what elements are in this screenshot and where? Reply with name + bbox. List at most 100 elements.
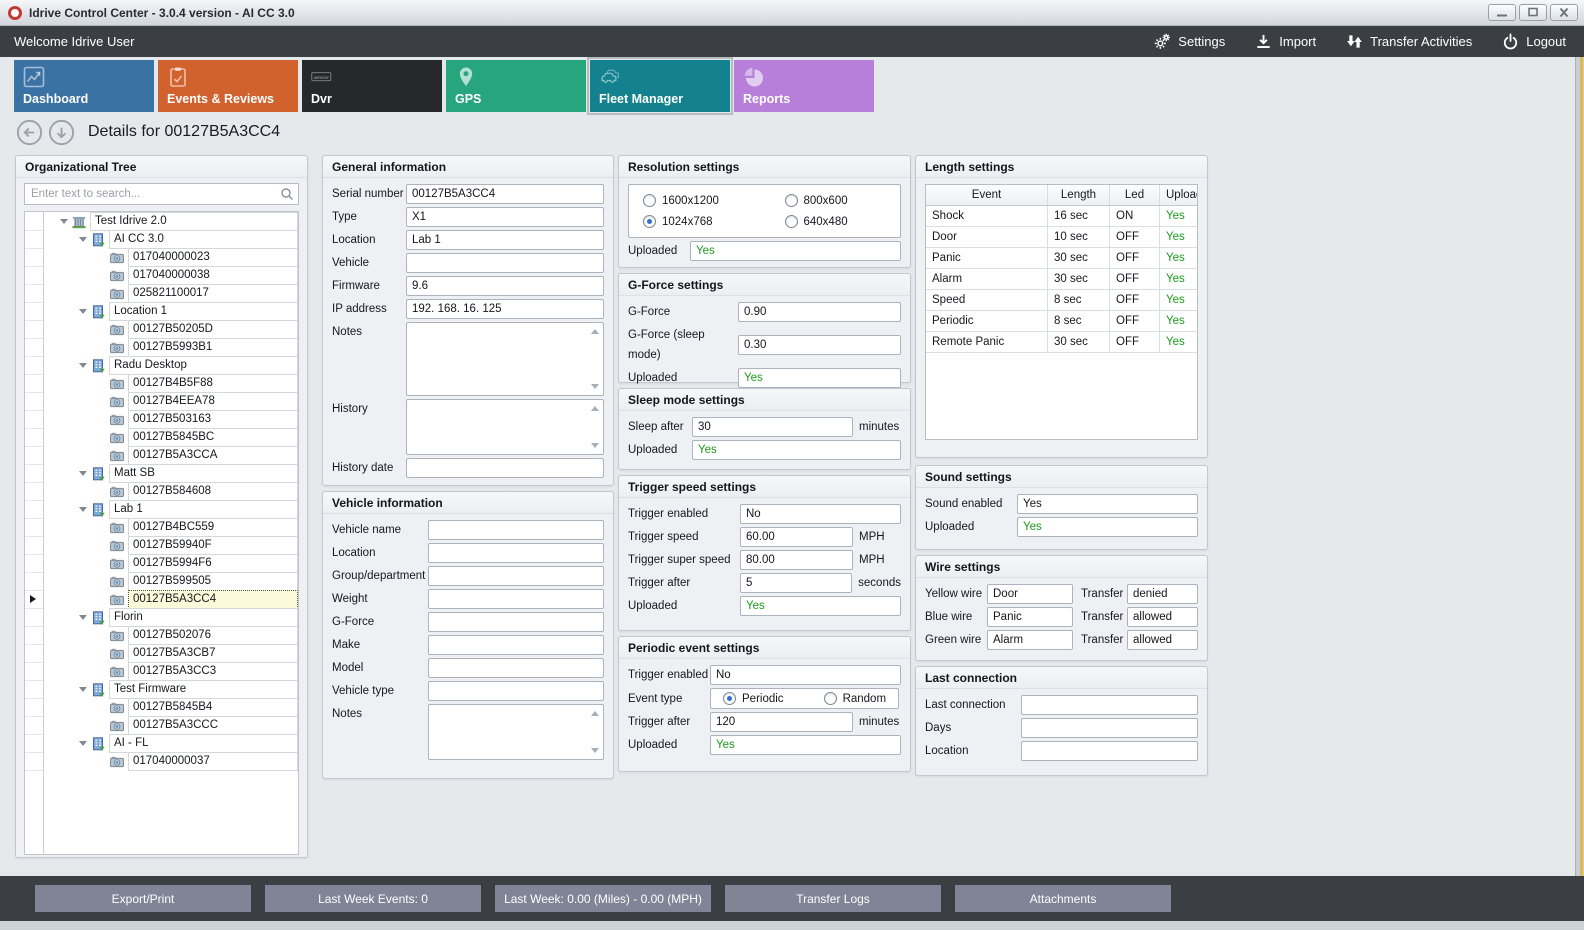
- vehicle-info-g-force-input[interactable]: [428, 612, 604, 632]
- expander-icon[interactable]: [57, 219, 70, 224]
- import-button[interactable]: Import: [1255, 33, 1316, 50]
- periodic-event-settings-uploaded-input[interactable]: Yes: [710, 735, 901, 755]
- tree-item-00127b5a3cb7[interactable]: 00127B5A3CB7: [25, 644, 298, 663]
- tab-gps[interactable]: GPS: [446, 60, 586, 112]
- expander-icon[interactable]: [76, 471, 89, 476]
- tree-item-00127b4eea78[interactable]: 00127B4EEA78: [25, 392, 298, 411]
- tree-item-017040000023[interactable]: 017040000023: [25, 248, 298, 267]
- general-info-vehicle-input[interactable]: [406, 253, 604, 273]
- last-week-0-00-miles-0-00-mph-button[interactable]: Last Week: 0.00 (Miles) - 0.00 (MPH): [495, 885, 711, 912]
- last-connection-location-input[interactable]: [1021, 741, 1198, 761]
- tree-item-00127b4bc559[interactable]: 00127B4BC559: [25, 518, 298, 537]
- expander-icon[interactable]: [76, 507, 89, 512]
- length-table-row-alarm[interactable]: Alarm30 secOFFYes: [926, 269, 1197, 290]
- wire-settings-green-wire-input[interactable]: Alarm: [987, 630, 1073, 650]
- tree-item-00127b5993b1[interactable]: 00127B5993B1: [25, 338, 298, 357]
- trigger-speed-settings-trigger-super-speed-input[interactable]: 80.00: [740, 550, 853, 570]
- settings-button[interactable]: Settings: [1154, 33, 1225, 50]
- tree-item-test-idrive-2-0[interactable]: Test Idrive 2.0: [25, 212, 298, 231]
- general-info-ip-address-input[interactable]: 192. 168. 16. 125: [406, 299, 604, 319]
- expander-icon[interactable]: [76, 615, 89, 620]
- tree-search-input[interactable]: [24, 183, 299, 205]
- tree-item-017040000038[interactable]: 017040000038: [25, 266, 298, 285]
- tree-item-ai-fl[interactable]: AI - FL: [25, 734, 298, 753]
- vehicle-info-notes-input[interactable]: [428, 704, 604, 760]
- vehicle-info-location-input[interactable]: [428, 543, 604, 563]
- trigger-speed-settings-uploaded-input[interactable]: Yes: [740, 596, 901, 616]
- general-info-serial-number-input[interactable]: 00127B5A3CC4: [406, 184, 604, 204]
- tab-reports[interactable]: Reports: [734, 60, 874, 112]
- resolution-settings-radio-800x600[interactable]: 800x600: [785, 194, 887, 207]
- tab-events-reviews[interactable]: Events & Reviews: [158, 60, 298, 112]
- general-info-history-input[interactable]: [406, 399, 604, 455]
- last-week-events-0-button[interactable]: Last Week Events: 0: [265, 885, 481, 912]
- tree-item-025821100017[interactable]: 025821100017: [25, 284, 298, 303]
- length-table-row-speed[interactable]: Speed8 secOFFYes: [926, 290, 1197, 311]
- periodic-event-settings-radio-random[interactable]: Random: [824, 692, 886, 705]
- tree-item-matt-sb[interactable]: Matt SB: [25, 464, 298, 483]
- tree-item-lab-1[interactable]: Lab 1: [25, 500, 298, 519]
- export-print-button[interactable]: Export/Print: [35, 885, 251, 912]
- vehicle-info-weight-input[interactable]: [428, 589, 604, 609]
- tree-item-00127b59940f[interactable]: 00127B59940F: [25, 536, 298, 555]
- general-info-firmware-input[interactable]: 9.6: [406, 276, 604, 296]
- periodic-event-settings-radio-periodic[interactable]: Periodic: [723, 692, 784, 705]
- minimize-button[interactable]: [1488, 4, 1516, 21]
- periodic-event-settings-trigger-after-input[interactable]: 120: [710, 712, 853, 732]
- last-connection-days-input[interactable]: [1021, 718, 1198, 738]
- tree-item-00127b5a3ccc[interactable]: 00127B5A3CCC: [25, 716, 298, 735]
- tree-item-00127b503163[interactable]: 00127B503163: [25, 410, 298, 429]
- wire-settings-yellow-wire-transfer-input[interactable]: denied: [1127, 584, 1198, 604]
- download-details-button[interactable]: [48, 119, 75, 146]
- resolution-settings-uploaded-input[interactable]: Yes: [690, 241, 901, 261]
- vehicle-info-make-input[interactable]: [428, 635, 604, 655]
- wire-settings-yellow-wire-input[interactable]: Door: [987, 584, 1073, 604]
- tree-item-test-firmware[interactable]: Test Firmware: [25, 680, 298, 699]
- general-info-notes-input[interactable]: [406, 322, 604, 396]
- attachments-button[interactable]: Attachments: [955, 885, 1171, 912]
- general-info-type-input[interactable]: X1: [406, 207, 604, 227]
- back-button[interactable]: [16, 119, 43, 146]
- sound-settings-uploaded-input[interactable]: Yes: [1017, 517, 1198, 537]
- expander-icon[interactable]: [76, 687, 89, 692]
- expander-icon[interactable]: [76, 741, 89, 746]
- sound-settings-sound-enabled-input[interactable]: Yes: [1017, 494, 1198, 514]
- expander-icon[interactable]: [76, 237, 89, 242]
- vehicle-info-vehicle-type-input[interactable]: [428, 681, 604, 701]
- trigger-speed-settings-trigger-speed-input[interactable]: 60.00: [740, 527, 853, 547]
- tab-fleet-manager[interactable]: Fleet Manager: [590, 60, 730, 112]
- tree-item-00127b50205d[interactable]: 00127B50205D: [25, 320, 298, 339]
- close-button[interactable]: [1550, 4, 1578, 21]
- gforce-settings-g-force-sleep-mode-input[interactable]: 0.30: [738, 335, 901, 355]
- length-table-row-panic[interactable]: Panic30 secOFFYes: [926, 248, 1197, 269]
- wire-settings-green-wire-transfer-input[interactable]: allowed: [1127, 630, 1198, 650]
- tree-item-00127b5a3cc3[interactable]: 00127B5A3CC3: [25, 662, 298, 681]
- gforce-settings-g-force-input[interactable]: 0.90: [738, 302, 901, 322]
- tree-item-florin[interactable]: Florin: [25, 608, 298, 627]
- length-table-row-shock[interactable]: Shock16 secONYes: [926, 206, 1197, 227]
- tree-item-ai-cc-3-0[interactable]: AI CC 3.0: [25, 230, 298, 249]
- length-table-row-door[interactable]: Door10 secOFFYes: [926, 227, 1197, 248]
- tree-item-00127b5a3cc4[interactable]: 00127B5A3CC4: [25, 590, 298, 609]
- wire-settings-blue-wire-input[interactable]: Panic: [987, 607, 1073, 627]
- tree-item-00127b5994f6[interactable]: 00127B5994F6: [25, 554, 298, 573]
- general-info-history-date-input[interactable]: [406, 458, 604, 478]
- tree-item-radu-desktop[interactable]: Radu Desktop: [25, 356, 298, 375]
- tab-dashboard[interactable]: Dashboard: [14, 60, 154, 112]
- tree-item-00127b584608[interactable]: 00127B584608: [25, 482, 298, 501]
- sleep-mode-settings-sleep-after-input[interactable]: 30: [692, 417, 853, 437]
- logout-button[interactable]: Logout: [1502, 33, 1566, 50]
- wire-settings-blue-wire-transfer-input[interactable]: allowed: [1127, 607, 1198, 627]
- tree-item-00127b599505[interactable]: 00127B599505: [25, 572, 298, 591]
- tree-item-00127b502076[interactable]: 00127B502076: [25, 626, 298, 645]
- tree-item-location-1[interactable]: Location 1: [25, 302, 298, 321]
- gforce-settings-uploaded-input[interactable]: Yes: [738, 368, 901, 388]
- last-connection-last-connection-input[interactable]: [1021, 695, 1198, 715]
- transfer-activities-button[interactable]: Transfer Activities: [1346, 33, 1472, 50]
- expander-icon[interactable]: [76, 309, 89, 314]
- tree-item-017040000037[interactable]: 017040000037: [25, 752, 298, 771]
- transfer-logs-button[interactable]: Transfer Logs: [725, 885, 941, 912]
- length-table-row-remote-panic[interactable]: Remote Panic30 secOFFYes: [926, 332, 1197, 353]
- expander-icon[interactable]: [76, 363, 89, 368]
- trigger-speed-settings-trigger-after-input[interactable]: 5: [740, 573, 852, 593]
